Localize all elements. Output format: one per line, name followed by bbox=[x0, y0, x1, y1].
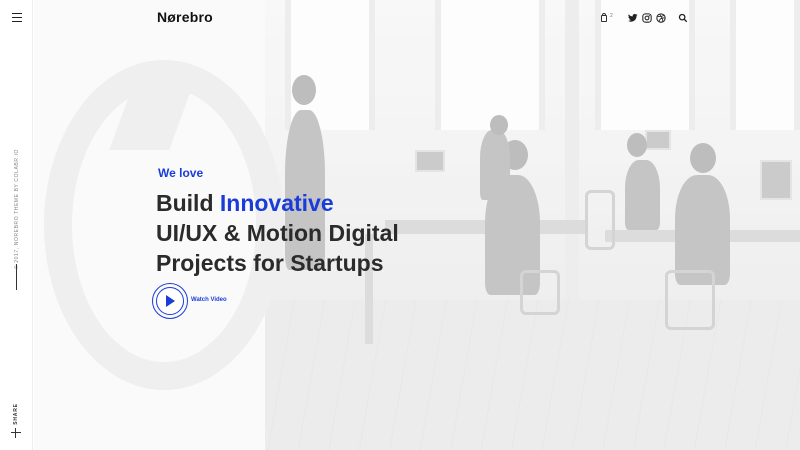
hero-headline: Build Innovative UI/UX & Motion Digital … bbox=[156, 188, 399, 278]
left-sidebar: © 2017, NOREBRO THEME BY COLABR.IO SHARE bbox=[0, 0, 33, 450]
menu-icon[interactable] bbox=[12, 13, 22, 22]
headline-accent: Innovative bbox=[219, 190, 334, 216]
play-video-button[interactable] bbox=[152, 283, 188, 319]
copyright-text: © 2017, NOREBRO THEME BY COLABR.IO bbox=[14, 148, 20, 270]
cart-icon[interactable] bbox=[600, 13, 610, 23]
headline-line-1: Build Innovative bbox=[156, 188, 399, 218]
headline-line-3: Projects for Startups bbox=[156, 250, 384, 276]
twitter-icon[interactable] bbox=[628, 13, 638, 23]
share-plus-icon[interactable] bbox=[11, 428, 21, 438]
watch-video-link[interactable]: Watch Video bbox=[191, 297, 227, 303]
site-logo[interactable]: Nørebro bbox=[157, 9, 213, 25]
dribbble-icon[interactable] bbox=[656, 13, 666, 23]
share-label[interactable]: SHARE bbox=[13, 403, 19, 425]
hero-section: Nørebro 2 We love Build Innovative UI/UX… bbox=[34, 0, 800, 450]
search-icon[interactable] bbox=[678, 13, 688, 23]
headline-line-2: UI/UX & Motion Digital bbox=[156, 220, 399, 246]
headline-plain: Build bbox=[156, 190, 220, 216]
instagram-icon[interactable] bbox=[642, 13, 652, 23]
play-icon bbox=[166, 295, 175, 307]
cart-count: 2 bbox=[610, 13, 613, 19]
sidebar-divider bbox=[16, 264, 17, 290]
hero-eyebrow: We love bbox=[158, 166, 204, 180]
